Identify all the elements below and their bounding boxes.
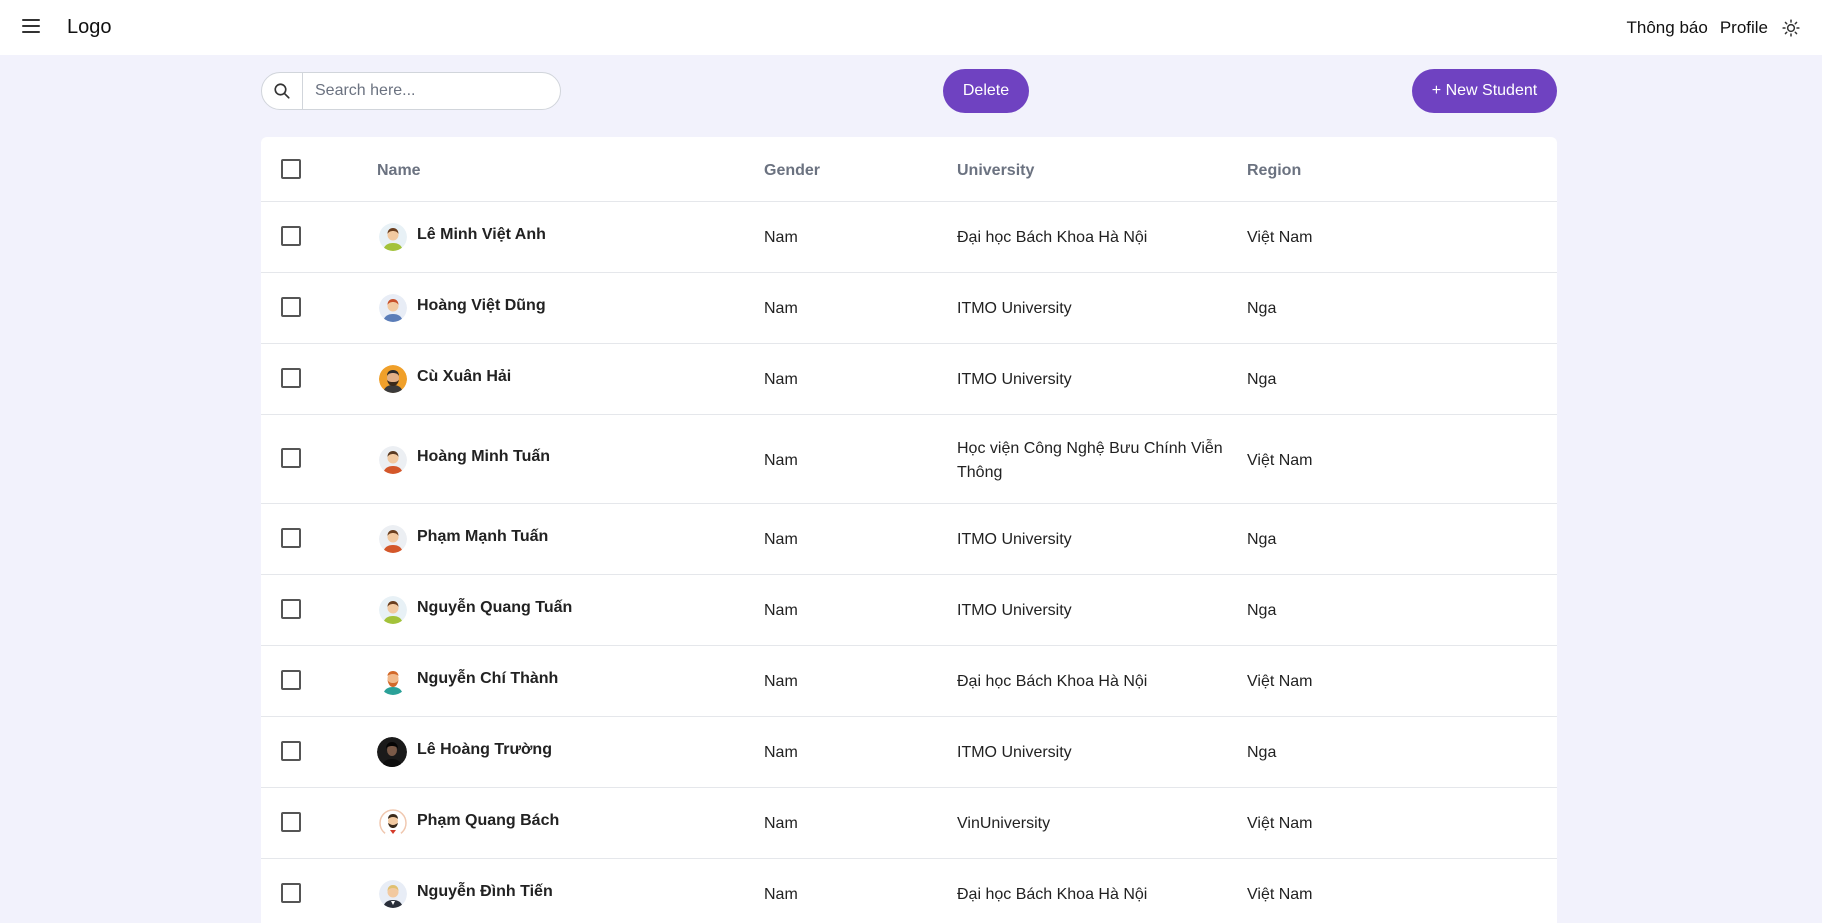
notifications-link[interactable]: Thông báo <box>1627 18 1708 38</box>
row-checkbox[interactable] <box>281 883 301 903</box>
student-region: Việt Nam <box>1247 452 1313 469</box>
header-region[interactable]: Region <box>1247 162 1301 180</box>
row-checkbox[interactable] <box>281 528 301 548</box>
menu-icon[interactable] <box>22 19 40 35</box>
theme-toggle-sun-icon[interactable] <box>1782 18 1800 37</box>
student-name[interactable]: Hoàng Việt Dũng <box>417 297 546 315</box>
student-university: ITMO University <box>957 531 1072 548</box>
student-gender: Nam <box>764 531 798 548</box>
profile-link[interactable]: Profile <box>1720 18 1768 38</box>
header-university[interactable]: University <box>957 162 1034 180</box>
student-name[interactable]: Nguyễn Chí Thành <box>417 670 558 688</box>
student-gender: Nam <box>764 371 798 388</box>
table-header: Name Gender University Region <box>261 137 1557 202</box>
students-table: Name Gender University Region Lê Minh Vi… <box>261 137 1557 923</box>
top-navbar: Logo Thông báo Profile <box>0 0 1822 55</box>
table-row[interactable]: Phạm Mạnh Tuấn Nam ITMO University Nga <box>261 504 1557 575</box>
header-name[interactable]: Name <box>377 162 421 180</box>
row-checkbox[interactable] <box>281 368 301 388</box>
row-checkbox[interactable] <box>281 297 301 317</box>
student-gender: Nam <box>764 300 798 317</box>
student-university: Đại học Bách Khoa Hà Nội <box>957 886 1148 903</box>
avatar <box>379 294 407 322</box>
student-region: Nga <box>1247 300 1277 317</box>
student-name[interactable]: Nguyễn Quang Tuấn <box>417 599 572 617</box>
table-row[interactable]: Phạm Quang Bách Nam VinUniversity Việt N… <box>261 788 1557 859</box>
table-row[interactable]: Lê Minh Việt Anh Nam Đại học Bách Khoa H… <box>261 202 1557 273</box>
table-row[interactable]: Cù Xuân Hải Nam ITMO University Nga <box>261 344 1557 415</box>
student-name[interactable]: Hoàng Minh Tuấn <box>417 448 550 466</box>
avatar <box>379 223 407 251</box>
student-university: VinUniversity <box>957 815 1051 832</box>
student-gender: Nam <box>764 229 798 246</box>
student-region: Việt Nam <box>1247 815 1313 832</box>
search-input[interactable] <box>303 82 543 100</box>
nav-right: Thông báo Profile <box>1627 0 1822 55</box>
student-region: Việt Nam <box>1247 673 1313 690</box>
student-region: Nga <box>1247 744 1277 761</box>
avatar <box>379 446 407 474</box>
student-university: Đại học Bách Khoa Hà Nội <box>957 673 1148 690</box>
select-all-checkbox[interactable] <box>281 159 301 179</box>
row-checkbox[interactable] <box>281 226 301 246</box>
student-gender: Nam <box>764 815 798 832</box>
row-checkbox[interactable] <box>281 670 301 690</box>
search-icon[interactable] <box>262 73 303 109</box>
student-gender: Nam <box>764 673 798 690</box>
table-row[interactable]: Nguyễn Đình Tiến Nam Đại học Bách Khoa H… <box>261 859 1557 923</box>
table-row[interactable]: Hoàng Việt Dũng Nam ITMO University Nga <box>261 273 1557 344</box>
header-gender[interactable]: Gender <box>764 162 820 180</box>
student-university: ITMO University <box>957 300 1072 317</box>
student-name[interactable]: Lê Hoàng Trường <box>417 741 552 759</box>
student-gender: Nam <box>764 886 798 903</box>
student-region: Việt Nam <box>1247 886 1313 903</box>
student-region: Nga <box>1247 371 1277 388</box>
avatar <box>379 525 407 553</box>
avatar <box>379 880 407 908</box>
row-checkbox[interactable] <box>281 448 301 468</box>
student-university: ITMO University <box>957 371 1072 388</box>
student-name[interactable]: Phạm Mạnh Tuấn <box>417 528 548 546</box>
avatar <box>379 809 407 837</box>
student-region: Nga <box>1247 531 1277 548</box>
student-region: Việt Nam <box>1247 229 1313 246</box>
student-university: ITMO University <box>957 744 1072 761</box>
avatar <box>379 667 407 695</box>
student-gender: Nam <box>764 602 798 619</box>
student-university: ITMO University <box>957 602 1072 619</box>
student-name[interactable]: Nguyễn Đình Tiến <box>417 883 553 901</box>
logo[interactable]: Logo <box>67 16 112 39</box>
row-checkbox[interactable] <box>281 812 301 832</box>
table-row[interactable]: Hoàng Minh Tuấn Nam Học viện Công Nghệ B… <box>261 415 1557 504</box>
avatar <box>379 596 407 624</box>
student-name[interactable]: Cù Xuân Hải <box>417 368 511 386</box>
student-gender: Nam <box>764 744 798 761</box>
student-gender: Nam <box>764 452 798 469</box>
delete-button[interactable]: Delete <box>943 69 1029 113</box>
table-row[interactable]: Lê Hoàng Trường Nam ITMO University Nga <box>261 717 1557 788</box>
table-row[interactable]: Nguyễn Chí Thành Nam Đại học Bách Khoa H… <box>261 646 1557 717</box>
table-row[interactable]: Nguyễn Quang Tuấn Nam ITMO University Ng… <box>261 575 1557 646</box>
student-university: Đại học Bách Khoa Hà Nội <box>957 229 1148 246</box>
avatar <box>379 365 407 393</box>
student-university: Học viện Công Nghệ Bưu Chính Viễn Thông <box>957 440 1223 481</box>
avatar <box>377 737 407 767</box>
student-region: Nga <box>1247 602 1277 619</box>
row-checkbox[interactable] <box>281 599 301 619</box>
search-box <box>261 72 561 110</box>
new-student-button[interactable]: + New Student <box>1412 69 1557 113</box>
row-checkbox[interactable] <box>281 741 301 761</box>
student-name[interactable]: Lê Minh Việt Anh <box>417 226 546 244</box>
student-name[interactable]: Phạm Quang Bách <box>417 812 559 830</box>
